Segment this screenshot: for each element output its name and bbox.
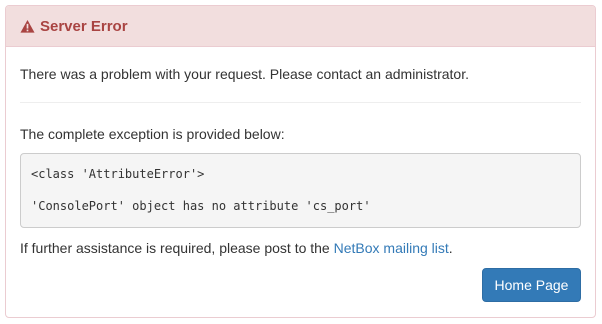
- exception-message: 'ConsolePort' object has no attribute 'c…: [31, 199, 371, 213]
- help-prefix: If further assistance is required, pleas…: [20, 240, 334, 256]
- divider: [20, 102, 581, 103]
- panel-title: Server Error: [40, 17, 128, 35]
- error-panel: Server Error There was a problem with yo…: [5, 5, 596, 318]
- help-suffix: .: [448, 240, 453, 256]
- mailing-list-link[interactable]: NetBox mailing list: [334, 240, 449, 256]
- help-text: If further assistance is required, pleas…: [20, 240, 453, 256]
- exception-intro: The complete exception is provided below…: [20, 126, 285, 142]
- panel-heading: Server Error: [6, 6, 595, 47]
- home-page-button[interactable]: Home Page: [482, 268, 581, 302]
- warning-icon: [20, 19, 35, 34]
- error-message: There was a problem with your request. P…: [20, 66, 469, 82]
- exception-class: <class 'AttributeError'>: [31, 167, 205, 181]
- exception-block: <class 'AttributeError'> 'ConsolePort' o…: [20, 153, 581, 228]
